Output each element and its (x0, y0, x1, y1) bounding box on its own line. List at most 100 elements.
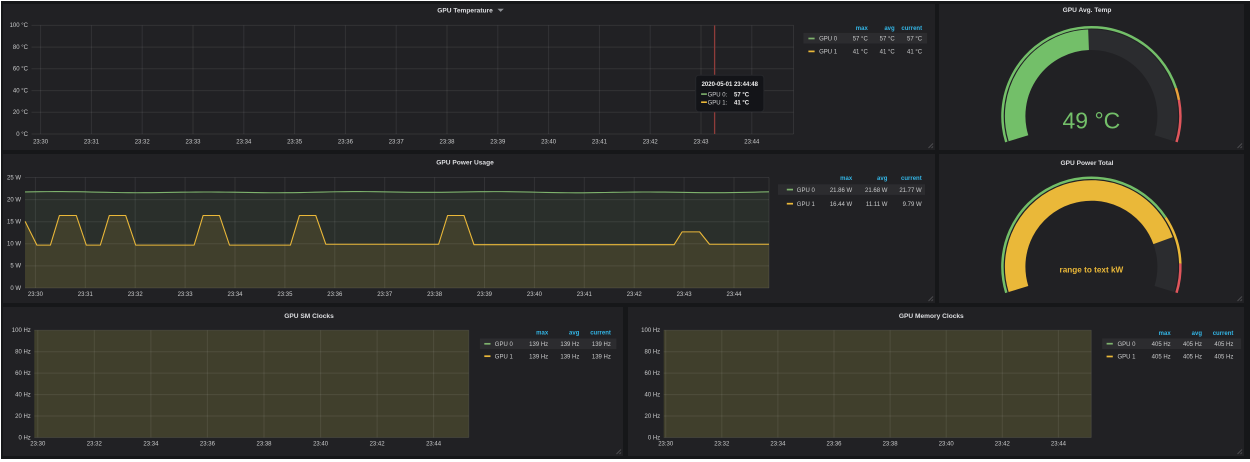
svg-text:GPU 1: GPU 1 (797, 202, 816, 208)
svg-text:139 Hz: 139 Hz (592, 342, 611, 348)
svg-text:57 °C: 57 °C (880, 37, 896, 43)
svg-text:40 Hz: 40 Hz (15, 392, 31, 398)
svg-text:23:35: 23:35 (287, 139, 303, 145)
svg-text:23:40: 23:40 (313, 442, 329, 448)
svg-text:60 Hz: 60 Hz (645, 371, 661, 377)
svg-text:GPU 0: GPU 0 (797, 188, 816, 194)
svg-text:GPU 1: GPU 1 (495, 354, 514, 360)
svg-text:23:38: 23:38 (883, 442, 899, 448)
svg-text:139 Hz: 139 Hz (560, 354, 579, 360)
svg-text:23:34: 23:34 (236, 139, 252, 145)
svg-text:GPU SM Clocks: GPU SM Clocks (284, 313, 334, 320)
svg-text:23:39: 23:39 (490, 139, 506, 145)
svg-text:max: max (840, 176, 853, 182)
svg-text:23:43: 23:43 (693, 139, 709, 145)
svg-text:20 °C: 20 °C (13, 110, 29, 116)
svg-text:9.79 W: 9.79 W (903, 202, 922, 208)
svg-text:21.68 W: 21.68 W (865, 188, 888, 194)
svg-text:range to text kW: range to text kW (1060, 265, 1124, 274)
svg-text:40 °C: 40 °C (13, 88, 29, 94)
svg-text:23:44: 23:44 (744, 139, 760, 145)
svg-text:23:36: 23:36 (200, 442, 216, 448)
svg-text:23:40: 23:40 (527, 292, 543, 298)
svg-text:405 Hz: 405 Hz (1183, 355, 1202, 361)
svg-text:41 °C: 41 °C (853, 50, 869, 56)
svg-text:21.86 W: 21.86 W (830, 188, 853, 194)
svg-text:139 Hz: 139 Hz (560, 342, 579, 348)
svg-text:23:30: 23:30 (658, 442, 674, 448)
svg-text:57 °C: 57 °C (853, 37, 869, 43)
svg-text:25 W: 25 W (7, 175, 21, 181)
svg-text:23:30: 23:30 (33, 139, 49, 145)
svg-text:57 °C: 57 °C (907, 37, 923, 43)
svg-text:11.11 W: 11.11 W (866, 202, 888, 208)
svg-text:80 °C: 80 °C (13, 45, 29, 51)
svg-text:23:30: 23:30 (30, 442, 46, 448)
svg-text:41 °C: 41 °C (734, 100, 750, 106)
svg-text:139 Hz: 139 Hz (592, 354, 611, 360)
svg-text:23:31: 23:31 (84, 139, 100, 145)
svg-text:23:33: 23:33 (185, 139, 201, 145)
svg-text:GPU 0: GPU 0 (1118, 342, 1137, 348)
svg-text:23:32: 23:32 (135, 139, 151, 145)
svg-text:20 W: 20 W (7, 197, 21, 203)
svg-text:405 Hz: 405 Hz (1214, 355, 1233, 361)
svg-text:GPU Power Usage: GPU Power Usage (436, 159, 494, 166)
svg-text:0 Hz: 0 Hz (648, 435, 660, 441)
svg-text:405 Hz: 405 Hz (1152, 355, 1171, 361)
svg-text:405 Hz: 405 Hz (1214, 342, 1233, 348)
svg-text:100 Hz: 100 Hz (641, 328, 660, 334)
svg-text:10 W: 10 W (7, 242, 21, 248)
svg-text:5 W: 5 W (10, 264, 21, 270)
svg-text:23:44: 23:44 (1051, 442, 1067, 448)
svg-text:23:36: 23:36 (826, 442, 842, 448)
svg-text:current: current (1213, 331, 1234, 337)
svg-text:2020-05-01 23:44:48: 2020-05-01 23:44:48 (702, 82, 759, 88)
svg-text:23:38: 23:38 (256, 442, 272, 448)
svg-text:60 °C: 60 °C (13, 67, 29, 73)
svg-text:GPU 0: GPU 0 (495, 342, 514, 348)
svg-text:23:31: 23:31 (78, 292, 94, 298)
svg-text:405 Hz: 405 Hz (1152, 342, 1171, 348)
svg-text:23:43: 23:43 (677, 292, 693, 298)
svg-text:23:32: 23:32 (714, 442, 730, 448)
svg-text:80 Hz: 80 Hz (645, 350, 661, 356)
svg-text:80 Hz: 80 Hz (15, 350, 31, 356)
svg-text:23:35: 23:35 (277, 292, 293, 298)
svg-text:23:41: 23:41 (592, 139, 608, 145)
svg-text:139 Hz: 139 Hz (529, 354, 548, 360)
svg-text:23:34: 23:34 (227, 292, 243, 298)
svg-text:GPU 1:: GPU 1: (708, 100, 728, 106)
svg-text:23:42: 23:42 (643, 139, 659, 145)
svg-text:23:33: 23:33 (178, 292, 194, 298)
svg-text:23:44: 23:44 (426, 442, 442, 448)
svg-text:23:36: 23:36 (338, 139, 354, 145)
svg-text:current: current (901, 176, 922, 182)
svg-text:41 °C: 41 °C (880, 50, 896, 56)
svg-text:23:32: 23:32 (87, 442, 103, 448)
svg-text:0 W: 0 W (10, 286, 21, 292)
svg-text:49 °C: 49 °C (1063, 108, 1121, 134)
svg-text:current: current (590, 331, 611, 337)
svg-text:max: max (1159, 331, 1172, 337)
svg-text:16.44 W: 16.44 W (830, 202, 853, 208)
svg-text:avg: avg (1192, 331, 1203, 337)
svg-text:41 °C: 41 °C (907, 50, 923, 56)
svg-text:23:37: 23:37 (377, 292, 393, 298)
svg-text:23:41: 23:41 (577, 292, 593, 298)
svg-text:GPU Memory Clocks: GPU Memory Clocks (899, 313, 964, 320)
svg-text:20 Hz: 20 Hz (645, 414, 661, 420)
svg-text:GPU Avg. Temp: GPU Avg. Temp (1063, 7, 1112, 14)
svg-text:23:42: 23:42 (370, 442, 386, 448)
svg-text:23:40: 23:40 (541, 139, 557, 145)
svg-text:57 °C: 57 °C (734, 92, 750, 98)
svg-text:23:34: 23:34 (143, 442, 159, 448)
svg-text:avg: avg (877, 176, 888, 182)
svg-text:405 Hz: 405 Hz (1183, 342, 1202, 348)
svg-text:max: max (536, 331, 549, 337)
svg-text:23:37: 23:37 (389, 139, 405, 145)
svg-text:0 Hz: 0 Hz (18, 435, 30, 441)
svg-text:GPU Temperature: GPU Temperature (437, 7, 493, 14)
svg-text:23:30: 23:30 (28, 292, 44, 298)
svg-text:40 Hz: 40 Hz (645, 392, 661, 398)
